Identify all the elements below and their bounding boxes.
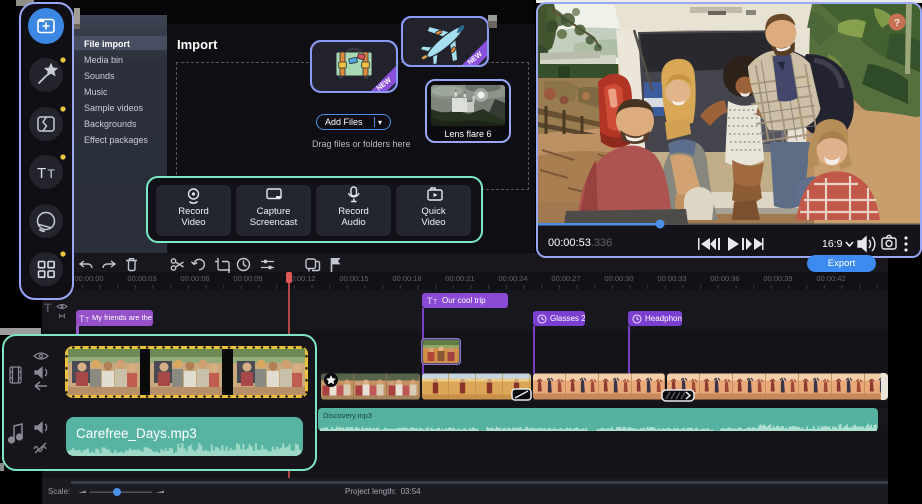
svg-text:00:00:42: 00:00:42 <box>816 274 845 283</box>
svg-text:00:00:06: 00:00:06 <box>180 274 209 283</box>
svg-text:00:00:00: 00:00:00 <box>74 274 103 283</box>
svg-text:Lens flare 6: Lens flare 6 <box>444 129 491 139</box>
svg-text:T: T <box>433 299 438 305</box>
svg-text:00:00:33: 00:00:33 <box>657 274 686 283</box>
svg-text:00:00:53.336: 00:00:53.336 <box>548 237 612 249</box>
svg-text:00:00:27: 00:00:27 <box>551 274 580 283</box>
svg-text:T: T <box>48 167 56 181</box>
svg-text:00:00:21: 00:00:21 <box>445 274 474 283</box>
svg-text:00:00:18: 00:00:18 <box>392 274 421 283</box>
svg-text:00:00:39: 00:00:39 <box>763 274 792 283</box>
svg-text:00:00:15: 00:00:15 <box>339 274 368 283</box>
svg-text:00:00:36: 00:00:36 <box>710 274 739 283</box>
svg-text:?: ? <box>894 18 900 29</box>
svg-text:00:00:03: 00:00:03 <box>127 274 156 283</box>
svg-text:00:00:24: 00:00:24 <box>498 274 527 283</box>
svg-text:T: T <box>85 317 90 323</box>
svg-text:T: T <box>37 165 46 182</box>
svg-text:16:9: 16:9 <box>822 238 843 250</box>
svg-text:00:00:30: 00:00:30 <box>604 274 633 283</box>
svg-text:00:00:09: 00:00:09 <box>233 274 262 283</box>
